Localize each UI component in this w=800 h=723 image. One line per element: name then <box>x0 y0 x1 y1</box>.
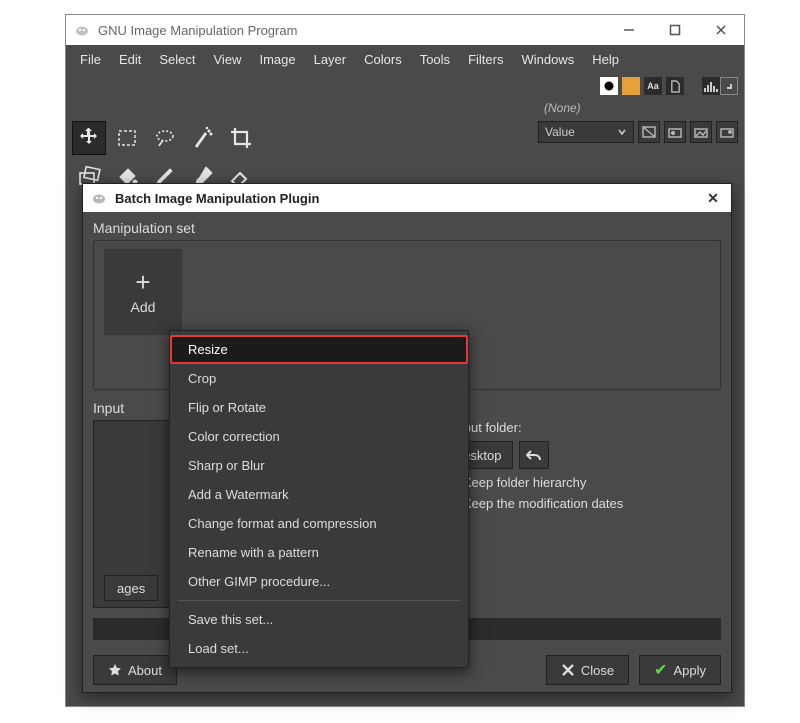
menu-select[interactable]: Select <box>151 48 203 71</box>
top-strip: Aa <box>66 73 744 99</box>
minimize-button[interactable] <box>606 15 652 45</box>
check-icon: ✔ <box>654 660 667 680</box>
menu-tools[interactable]: Tools <box>412 48 458 71</box>
apply-label: Apply <box>673 663 706 678</box>
output-folder-label: Output folder: <box>443 420 721 435</box>
close-icon <box>561 663 575 677</box>
dialog-titlebar: Batch Image Manipulation Plugin ✕ <box>83 184 731 212</box>
keep-hierarchy-checkbox[interactable]: Keep folder hierarchy <box>443 475 721 490</box>
add-manipulation-button[interactable]: + Add <box>104 249 182 335</box>
tab-histogram-icon[interactable] <box>702 77 720 95</box>
star-icon <box>108 663 122 677</box>
crop-tool[interactable] <box>224 121 258 155</box>
ctx-item-flip-rotate[interactable]: Flip or Rotate <box>170 393 468 422</box>
ctx-item-format-compression[interactable]: Change format and compression <box>170 509 468 538</box>
window-title: GNU Image Manipulation Program <box>98 23 606 38</box>
tab-brushes-icon[interactable] <box>622 77 640 95</box>
maximize-button[interactable] <box>652 15 698 45</box>
tab-tool-options-icon[interactable] <box>600 77 618 95</box>
fuzzy-select-tool[interactable] <box>186 121 220 155</box>
value-action1-button[interactable] <box>638 121 660 143</box>
tab-document-icon[interactable] <box>666 77 684 95</box>
ctx-item-watermark[interactable]: Add a Watermark <box>170 480 468 509</box>
close-label: Close <box>581 663 614 678</box>
window-controls <box>606 15 744 45</box>
add-label: Add <box>131 299 156 315</box>
right-dock-panel: (None) Value <box>538 99 738 143</box>
plus-icon: + <box>135 269 150 295</box>
dock-menu-arrow-icon[interactable] <box>720 77 738 95</box>
value-action4-button[interactable] <box>716 121 738 143</box>
menu-image[interactable]: Image <box>251 48 303 71</box>
about-label: About <box>128 663 162 678</box>
value-dropdown[interactable]: Value <box>538 121 634 143</box>
move-tool[interactable] <box>72 121 106 155</box>
tab-fonts-icon[interactable]: Aa <box>644 77 662 95</box>
rect-select-tool[interactable] <box>110 121 144 155</box>
add-images-button[interactable]: ages <box>104 575 158 601</box>
value-action3-button[interactable] <box>690 121 712 143</box>
manipulation-set-label: Manipulation set <box>93 220 721 236</box>
menu-file[interactable]: File <box>72 48 109 71</box>
value-action2-button[interactable] <box>664 121 686 143</box>
menu-bar: File Edit Select View Image Layer Colors… <box>66 45 744 73</box>
output-column: Output folder: Desktop Keep folder hiera… <box>443 420 721 608</box>
free-select-tool[interactable] <box>148 121 182 155</box>
channel-none-label: (None) <box>538 99 738 117</box>
ctx-item-other-procedure[interactable]: Other GIMP procedure... <box>170 567 468 596</box>
close-button[interactable]: Close <box>546 655 629 685</box>
menu-help[interactable]: Help <box>584 48 627 71</box>
add-manipulation-context-menu: Resize Crop Flip or Rotate Color correct… <box>169 330 469 668</box>
ctx-separator <box>178 600 460 601</box>
menu-edit[interactable]: Edit <box>111 48 149 71</box>
chevron-down-icon <box>617 127 627 137</box>
ctx-item-load-set[interactable]: Load set... <box>170 634 468 663</box>
value-dropdown-label: Value <box>545 125 575 139</box>
output-folder-reset-button[interactable] <box>519 441 549 469</box>
dock-tab-icons: Aa <box>600 77 720 95</box>
gimp-logo-icon <box>74 22 90 38</box>
menu-filters[interactable]: Filters <box>460 48 511 71</box>
close-button[interactable] <box>698 15 744 45</box>
about-button[interactable]: About <box>93 655 177 685</box>
menu-windows[interactable]: Windows <box>513 48 582 71</box>
keep-hierarchy-label: Keep folder hierarchy <box>463 475 587 490</box>
ctx-item-rename-pattern[interactable]: Rename with a pattern <box>170 538 468 567</box>
keep-dates-checkbox[interactable]: Keep the modification dates <box>443 496 721 511</box>
ctx-item-color-correction[interactable]: Color correction <box>170 422 468 451</box>
output-folder-row: Desktop <box>443 441 721 469</box>
dialog-close-button[interactable]: ✕ <box>703 190 723 207</box>
apply-button[interactable]: ✔ Apply <box>639 655 721 685</box>
ctx-item-save-set[interactable]: Save this set... <box>170 605 468 634</box>
gimp-logo-icon <box>91 190 107 206</box>
undo-icon <box>526 448 542 462</box>
keep-dates-label: Keep the modification dates <box>463 496 623 511</box>
menu-view[interactable]: View <box>206 48 250 71</box>
menu-colors[interactable]: Colors <box>356 48 410 71</box>
ctx-item-resize[interactable]: Resize <box>170 335 468 364</box>
menu-layer[interactable]: Layer <box>306 48 355 71</box>
ctx-item-sharp-blur[interactable]: Sharp or Blur <box>170 451 468 480</box>
window-titlebar: GNU Image Manipulation Program <box>66 15 744 45</box>
dialog-title: Batch Image Manipulation Plugin <box>115 191 703 206</box>
value-row: Value <box>538 121 738 143</box>
ctx-item-crop[interactable]: Crop <box>170 364 468 393</box>
